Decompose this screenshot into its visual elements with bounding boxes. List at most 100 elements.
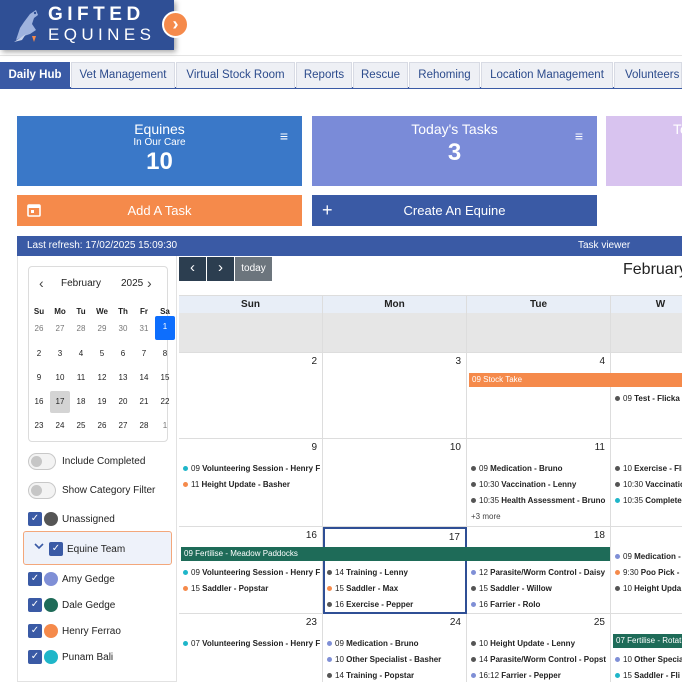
calendar-all-day-event[interactable]: 07 Fertilise - Rotat: [613, 634, 682, 648]
calendar-event[interactable]: 14 Training - Popstar: [325, 669, 466, 682]
calendar-day-number[interactable]: 4: [599, 356, 605, 367]
tab-rehoming[interactable]: Rehoming: [409, 62, 480, 88]
mini-calendar-day[interactable]: 9: [29, 367, 49, 389]
calendar-event[interactable]: 07 Volunteering Session - Henry F: [181, 637, 322, 651]
calendar-event[interactable]: 09 Volunteering Session - Henry F: [181, 566, 322, 580]
mini-calendar-day[interactable]: 13: [113, 367, 133, 389]
mini-calendar-day[interactable]: 20: [113, 391, 133, 413]
calendar-event[interactable]: 09 Volunteering Session - Henry F: [181, 462, 322, 476]
mini-calendar-day[interactable]: 8: [155, 343, 175, 365]
mini-calendar-day[interactable]: 16: [29, 391, 49, 413]
tab-rescue[interactable]: Rescue: [353, 62, 408, 88]
mini-calendar-day[interactable]: 7: [134, 343, 154, 365]
calendar-event[interactable]: 9:30 Poo Pick -: [613, 566, 682, 580]
calendar-event[interactable]: 14 Training - Lenny: [325, 566, 466, 580]
mini-calendar-year[interactable]: 2025: [121, 278, 143, 289]
mini-calendar-day[interactable]: 19: [92, 391, 112, 413]
menu-icon[interactable]: ≡: [280, 128, 288, 144]
calendar-day-cell[interactable]: 2: [179, 353, 323, 439]
mini-calendar-month[interactable]: February: [61, 278, 101, 289]
calendar-day-number[interactable]: 10: [450, 442, 461, 453]
chevron-right-icon[interactable]: ›: [162, 11, 189, 38]
calendar-day-cell[interactable]: [323, 313, 467, 353]
show-category-toggle[interactable]: [28, 482, 56, 499]
mini-calendar-day[interactable]: 29: [92, 318, 112, 340]
mini-calendar-day[interactable]: 23: [29, 415, 49, 437]
mini-calendar-day[interactable]: 1: [155, 415, 175, 437]
mini-calendar-day[interactable]: 24: [50, 415, 70, 437]
calendar-event[interactable]: 15 Saddler - Popstar: [181, 582, 322, 596]
calendar-day-cell[interactable]: [467, 313, 611, 353]
mini-calendar-day[interactable]: 6: [113, 343, 133, 365]
mini-calendar-day[interactable]: 21: [134, 391, 154, 413]
calendar-day-number[interactable]: 17: [449, 532, 460, 543]
calendar-event[interactable]: 10 Other Specialist - Basher: [325, 653, 466, 667]
calendar-today-button[interactable]: today: [235, 257, 272, 281]
chevron-right-icon[interactable]: ›: [147, 275, 152, 291]
person-checkbox[interactable]: ✓: [28, 598, 42, 612]
mini-calendar-day[interactable]: 4: [71, 343, 91, 365]
calendar-day-number[interactable]: 2: [311, 356, 317, 367]
mini-calendar-day[interactable]: 1: [155, 316, 175, 340]
calendar-event[interactable]: 16 Farrier - Rolo: [469, 598, 610, 612]
include-completed-toggle[interactable]: [28, 453, 56, 470]
mini-calendar-day[interactable]: 2: [29, 343, 49, 365]
task-viewer-label[interactable]: Task viewer: [578, 236, 630, 256]
calendar-event[interactable]: 10:30 Vaccinatio: [613, 478, 682, 492]
mini-calendar-day[interactable]: 31: [134, 318, 154, 340]
calendar-event[interactable]: 14 Parasite/Worm Control - Popst: [469, 653, 610, 667]
todays-tasks-card[interactable]: Today's Tasks 3 ≡: [312, 116, 597, 186]
calendar-day-cell[interactable]: 10: [323, 439, 467, 527]
mini-calendar-day[interactable]: 17: [50, 391, 70, 413]
mini-calendar-day[interactable]: 25: [71, 415, 91, 437]
calendar-day-number[interactable]: 3: [455, 356, 461, 367]
calendar-all-day-event[interactable]: 09 Stock Take: [469, 373, 682, 387]
person-checkbox[interactable]: ✓: [28, 650, 42, 664]
calendar-event[interactable]: 15 Saddler - Fli: [613, 669, 682, 682]
person-checkbox[interactable]: ✓: [28, 624, 42, 638]
third-card[interactable]: To: [606, 116, 682, 186]
calendar-event[interactable]: 10 Other Specia: [613, 653, 682, 667]
mini-calendar-day[interactable]: 26: [29, 318, 49, 340]
mini-calendar-day[interactable]: 11: [71, 367, 91, 389]
calendar-event[interactable]: 10 Exercise - Fli: [613, 462, 682, 476]
equine-team-group[interactable]: ✓ Equine Team: [23, 531, 172, 565]
mini-calendar-day[interactable]: 30: [113, 318, 133, 340]
calendar-day-cell[interactable]: [611, 313, 682, 353]
tab-location-management[interactable]: Location Management: [481, 62, 613, 88]
calendar-day-number[interactable]: 9: [311, 442, 317, 453]
calendar-day-cell[interactable]: 3: [323, 353, 467, 439]
tab-reports[interactable]: Reports: [296, 62, 352, 88]
tab-virtual-stock-room[interactable]: Virtual Stock Room: [176, 62, 295, 88]
brand-logo[interactable]: GIFTED EQUINES: [0, 0, 174, 50]
person-checkbox[interactable]: ✓: [28, 572, 42, 586]
mini-calendar-day[interactable]: 3: [50, 343, 70, 365]
calendar-event[interactable]: 16 Exercise - Pepper: [325, 598, 466, 612]
calendar-next-button[interactable]: ›: [207, 257, 234, 281]
calendar-day-number[interactable]: 16: [306, 530, 317, 541]
calendar-event[interactable]: 10:35 Health Assessment - Bruno: [469, 494, 610, 508]
calendar-event[interactable]: 09 Medication -: [613, 550, 682, 564]
mini-calendar-day[interactable]: 22: [155, 391, 175, 413]
mini-calendar-day[interactable]: 26: [92, 415, 112, 437]
calendar-day-cell[interactable]: [179, 313, 323, 353]
chevron-left-icon[interactable]: ‹: [39, 275, 44, 291]
chevron-down-icon[interactable]: [34, 542, 44, 553]
calendar-event[interactable]: 11 Height Update - Basher: [181, 478, 322, 492]
create-equine-button[interactable]: + Create An Equine: [312, 195, 597, 226]
calendar-event[interactable]: 10:30 Vaccination - Lenny: [469, 478, 610, 492]
tab-vet-management[interactable]: Vet Management: [71, 62, 175, 88]
calendar-event[interactable]: 09 Medication - Bruno: [325, 637, 466, 651]
mini-calendar-day[interactable]: 10: [50, 367, 70, 389]
calendar-event[interactable]: 15 Saddler - Willow: [469, 582, 610, 596]
calendar-event[interactable]: 15 Saddler - Max: [325, 582, 466, 596]
equines-card[interactable]: Equines In Our Care 10 ≡: [17, 116, 302, 186]
calendar-event[interactable]: 12 Parasite/Worm Control - Daisy: [469, 566, 610, 580]
mini-calendar-day[interactable]: 27: [50, 318, 70, 340]
mini-calendar-day[interactable]: 28: [134, 415, 154, 437]
add-task-button[interactable]: Add A Task: [17, 195, 302, 226]
calendar-day-number[interactable]: 18: [594, 530, 605, 541]
calendar-day-number[interactable]: 25: [594, 617, 605, 628]
calendar-day-number[interactable]: 24: [450, 617, 461, 628]
calendar-event[interactable]: 10:35 Complete: [613, 494, 682, 508]
